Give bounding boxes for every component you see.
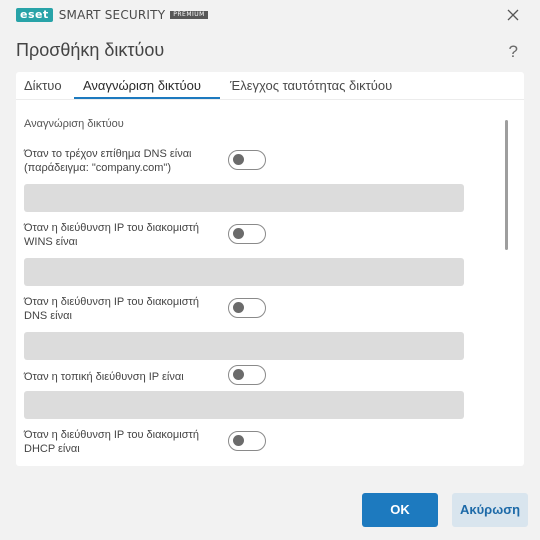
tab-network-identification[interactable]: Αναγνώριση δικτύου (83, 78, 201, 93)
logo-product-name: SMART SECURITY (58, 8, 166, 22)
toggle-knob (233, 302, 244, 313)
tab-network[interactable]: Δίκτυο (24, 78, 62, 93)
ok-button[interactable]: OK (362, 493, 438, 527)
local-ip-label: Όταν η τοπική διεύθυνση IP είναι (24, 371, 184, 383)
dialog-title: Προσθήκη δικτύου (16, 40, 165, 60)
content-panel: Δίκτυο Αναγνώριση δικτύου Έλεγχος ταυτότ… (16, 72, 524, 466)
dhcp-server-toggle[interactable] (228, 431, 266, 451)
logo-brand: eset (16, 8, 53, 22)
tab-bar: Δίκτυο Αναγνώριση δικτύου Έλεγχος ταυτότ… (16, 72, 524, 100)
wins-server-input[interactable] (24, 258, 464, 286)
section-title: Αναγνώριση δικτύου (24, 118, 124, 130)
toggle-knob (233, 228, 244, 239)
dns-suffix-input[interactable] (24, 184, 464, 212)
dns-suffix-label: Όταν το τρέχον επίθημα DNS είναι (παράδε… (24, 148, 192, 174)
cancel-button[interactable]: Ακύρωση (452, 493, 528, 527)
tab-divider (16, 99, 524, 100)
dns-suffix-toggle[interactable] (228, 150, 266, 170)
local-ip-toggle[interactable] (228, 365, 266, 385)
wins-server-toggle[interactable] (228, 224, 266, 244)
dns-server-toggle[interactable] (228, 298, 266, 318)
title-bar: eset SMART SECURITY PREMIUM (0, 0, 540, 34)
scrollbar[interactable] (505, 120, 508, 250)
dhcp-server-label: Όταν η διεύθυνση IP του διακομιστή DHCP … (24, 429, 199, 455)
logo-edition-badge: PREMIUM (170, 11, 208, 19)
toggle-knob (233, 369, 244, 380)
toggle-knob (233, 154, 244, 165)
toggle-knob (233, 435, 244, 446)
dns-server-input[interactable] (24, 332, 464, 360)
help-icon[interactable]: ? (509, 42, 518, 62)
eset-logo: eset SMART SECURITY PREMIUM (16, 8, 208, 22)
wins-server-label: Όταν η διεύθυνση IP του διακομιστή WINS … (24, 222, 199, 248)
local-ip-input[interactable] (24, 391, 464, 419)
dns-server-label: Όταν η διεύθυνση IP του διακομιστή DNS ε… (24, 296, 199, 322)
close-icon[interactable] (504, 6, 522, 24)
tab-network-authentication[interactable]: Έλεγχος ταυτότητας δικτύου (230, 78, 392, 93)
